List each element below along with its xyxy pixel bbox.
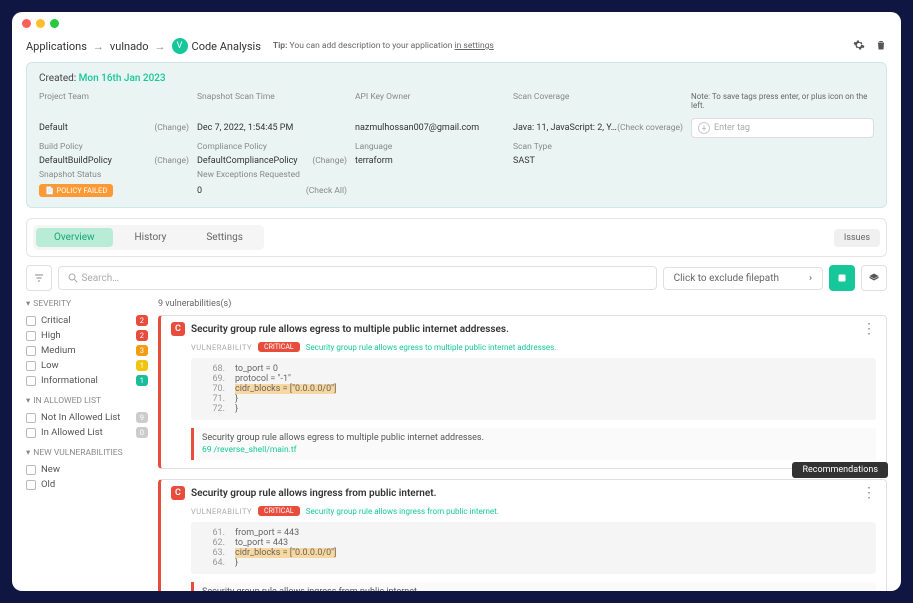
severity-icon: C — [171, 486, 185, 500]
tip-text: Tip: You can add description to your app… — [273, 41, 494, 51]
info-card: Created: Mon 16th Jan 2023 Project Team … — [26, 62, 887, 208]
search-input[interactable]: Search… — [58, 266, 657, 290]
app-avatar: V — [172, 38, 188, 54]
filter-item[interactable]: New — [26, 462, 148, 477]
checkbox[interactable] — [26, 465, 36, 475]
chevron-right-icon: → — [93, 40, 104, 53]
search-icon — [67, 272, 79, 284]
severity-badge: CRITICAL — [258, 506, 300, 516]
filter-item[interactable]: Old — [26, 477, 148, 492]
change-link[interactable]: (Change) — [154, 123, 189, 133]
filter-item[interactable]: In Allowed List0 — [26, 425, 148, 440]
layers-icon[interactable] — [861, 265, 887, 291]
vuln-title: Security group rule allows ingress from … — [191, 488, 436, 499]
gear-icon[interactable] — [853, 39, 865, 54]
vuln-message: Security group rule allows egress to mul… — [191, 428, 876, 460]
filter-item[interactable]: Medium3 — [26, 343, 148, 358]
check-coverage-link[interactable]: (Check coverage) — [617, 123, 683, 133]
checkbox[interactable] — [26, 316, 36, 326]
filter-sidebar: ▾ SEVERITY Critical2High2Medium3Low1Infor… — [26, 299, 148, 591]
breadcrumb-root[interactable]: Applications — [26, 40, 87, 53]
more-icon[interactable]: ⋮ — [862, 325, 876, 333]
checkbox[interactable] — [26, 413, 36, 423]
checkbox[interactable] — [26, 376, 36, 386]
severity-badge: CRITICAL — [258, 342, 300, 352]
filter-item[interactable]: Informational1 — [26, 373, 148, 388]
exclude-filepath-button[interactable]: Click to exclude filepath› — [663, 267, 823, 290]
vuln-title: Security group rule allows egress to mul… — [191, 324, 509, 335]
policy-failed-badge: 📄 POLICY FAILED — [39, 184, 113, 197]
tag-note: Note: To save tags press enter, or plus … — [691, 92, 874, 110]
code-snippet: 68.to_port = 069.protocol = "-1"70.cidr_… — [191, 358, 876, 420]
filter-group-header[interactable]: ▾ IN ALLOWED LIST — [26, 396, 148, 406]
plus-icon[interactable]: + — [698, 122, 710, 134]
filter-item[interactable]: Low1 — [26, 358, 148, 373]
change-link[interactable]: (Change) — [154, 156, 189, 166]
check-all-link[interactable]: (Check All) — [306, 186, 347, 196]
close-dot[interactable] — [22, 19, 31, 28]
vulnerability-card[interactable]: C Security group rule allows egress to m… — [158, 315, 887, 469]
tip-link[interactable]: in settings — [455, 41, 494, 51]
tab-group: Overview History Settings — [33, 225, 264, 250]
maximize-dot[interactable] — [50, 19, 59, 28]
checkbox[interactable] — [26, 346, 36, 356]
file-link[interactable]: 69 /reverse_shell/main.tf — [202, 445, 868, 455]
checkbox[interactable] — [26, 361, 36, 371]
severity-icon: C — [171, 322, 185, 336]
filter-item[interactable]: High2 — [26, 328, 148, 343]
filter-group-header[interactable]: ▾ SEVERITY — [26, 299, 148, 309]
checkbox[interactable] — [26, 428, 36, 438]
filter-item[interactable]: Not In Allowed List9 — [26, 410, 148, 425]
result-count: 9 vulnerabilities(s) — [158, 299, 887, 309]
tab-settings[interactable]: Settings — [188, 228, 261, 247]
filter-icon[interactable] — [26, 265, 52, 291]
chevron-right-icon: → — [155, 40, 166, 53]
breadcrumb-app[interactable]: vulnado — [110, 40, 149, 53]
export-button[interactable] — [829, 265, 855, 291]
filter-item[interactable]: Critical2 — [26, 313, 148, 328]
filter-group-header[interactable]: ▾ NEW VULNERABILITIES — [26, 448, 148, 458]
breadcrumb-page: Code Analysis — [192, 40, 261, 53]
more-icon[interactable]: ⋮ — [862, 489, 876, 497]
minimize-dot[interactable] — [36, 19, 45, 28]
recommendations-badge[interactable]: Recommendations — [792, 462, 888, 478]
tab-overview[interactable]: Overview — [36, 228, 113, 247]
checkbox[interactable] — [26, 480, 36, 490]
chevron-right-icon: › — [809, 273, 812, 284]
trash-icon[interactable] — [875, 39, 887, 54]
vuln-message: Security group rule allows ingress from … — [191, 582, 876, 591]
vulnerability-card[interactable]: C Security group rule allows ingress fro… — [158, 479, 887, 591]
issues-button[interactable]: Issues — [834, 229, 880, 247]
tag-input[interactable]: +Enter tag — [691, 118, 874, 138]
window-titlebar — [12, 12, 901, 34]
code-snippet: 61.from_port = 44362.to_port = 44363.cid… — [191, 522, 876, 574]
tab-history[interactable]: History — [117, 228, 185, 247]
checkbox[interactable] — [26, 331, 36, 341]
change-link[interactable]: (Change) — [312, 156, 347, 166]
